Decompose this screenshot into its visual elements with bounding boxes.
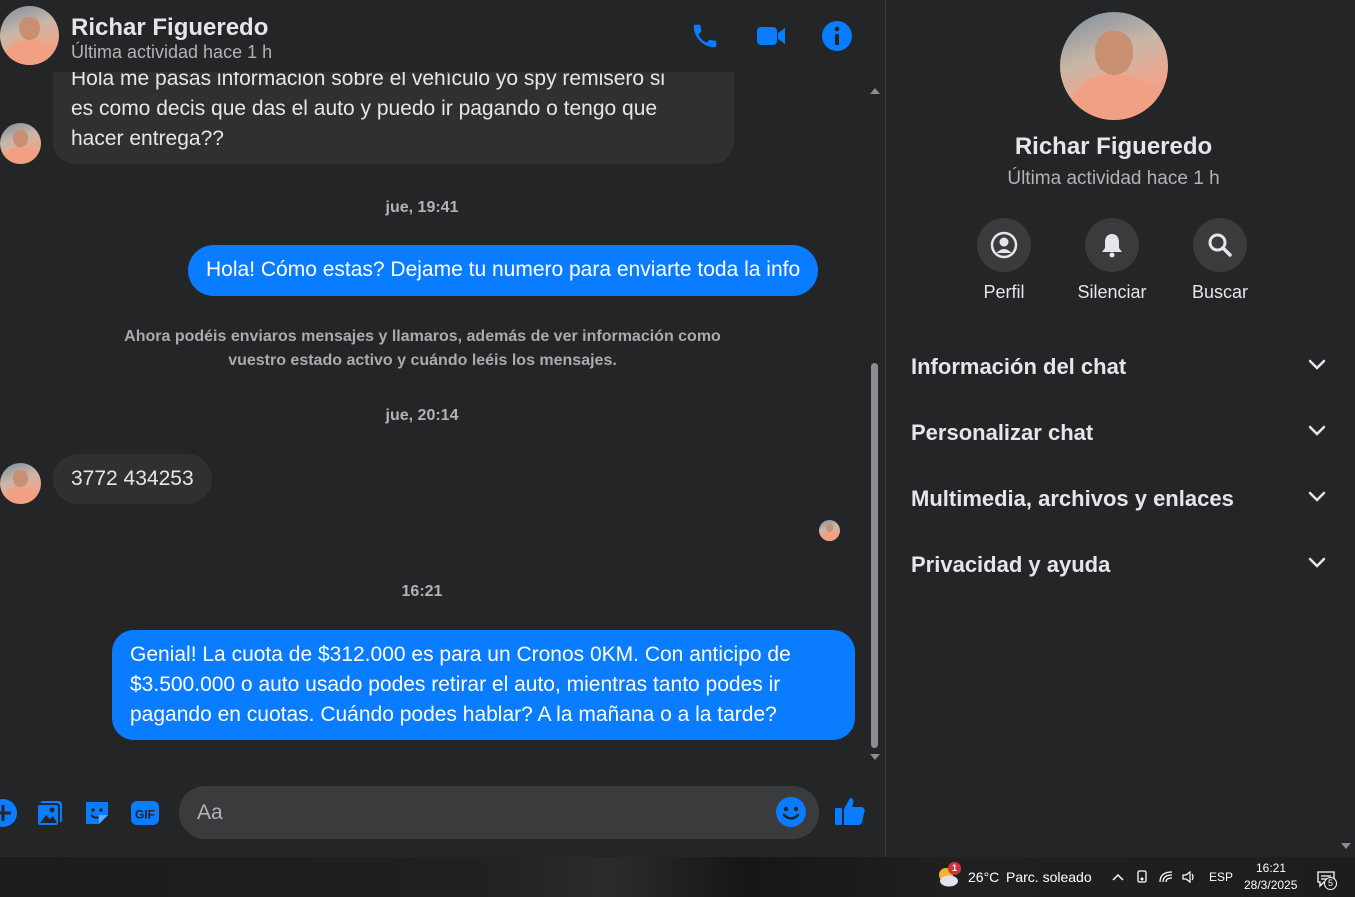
sender-avatar: [0, 123, 41, 164]
svg-text:GIF: GIF: [135, 808, 155, 822]
phone-icon[interactable]: [687, 18, 723, 54]
notification-count: 5: [1324, 877, 1337, 890]
message-list[interactable]: Hola me pasas información sobre el vehíc…: [0, 72, 868, 762]
bell-icon: [1085, 218, 1139, 272]
chat-header: Richar Figueredo Última actividad hace 1…: [0, 0, 884, 72]
message-line: es como decis que das el auto y puedo ir…: [71, 97, 658, 120]
contact-status: Última actividad hace 1 h: [71, 42, 273, 62]
section-chat-info[interactable]: Información del chat: [911, 346, 1326, 386]
timestamp: jue, 19:41: [385, 199, 459, 216]
sticker-icon[interactable]: [80, 796, 114, 830]
incoming-message: Hola me pasas información sobre el vehíc…: [53, 72, 734, 164]
plus-icon[interactable]: [0, 796, 20, 830]
message-line: Genial! La cuota de $312.000 es para un …: [130, 643, 791, 666]
section-media-files-links[interactable]: Multimedia, archivos y enlaces: [911, 478, 1326, 518]
notice-line: Ahora podéis enviaros mensajes y llamaro…: [124, 328, 721, 345]
message-line: pagando en cuotas. Cuándo podes hablar? …: [130, 703, 777, 726]
like-icon[interactable]: [833, 794, 867, 828]
outgoing-message: Genial! La cuota de $312.000 es para un …: [112, 630, 855, 740]
weather-icon[interactable]: 1: [935, 862, 961, 890]
conversation-info-panel: Richar Figueredo Última actividad hace 1…: [885, 0, 1355, 857]
section-privacy-help[interactable]: Privacidad y ayuda: [911, 544, 1326, 584]
chevron-down-icon: [1308, 424, 1326, 442]
mute-label: Silenciar: [1077, 282, 1147, 302]
message-input[interactable]: [197, 796, 757, 830]
message-line: $3.500.000 o auto usado podes retirar el…: [130, 673, 781, 696]
section-label: Información del chat: [911, 354, 1127, 379]
device-icon[interactable]: [1133, 868, 1151, 886]
video-icon[interactable]: [753, 18, 789, 54]
search-button[interactable]: Buscar: [1180, 218, 1260, 303]
section-label: Multimedia, archivos y enlaces: [911, 486, 1234, 511]
outgoing-message: Hola! Cómo estas? Dejame tu numero para …: [188, 245, 819, 296]
notice-line: vuestro estado activo y cuándo leéis los…: [228, 352, 617, 369]
timestamp: jue, 20:14: [385, 407, 459, 424]
panel-contact-status: Última actividad hace 1 h: [1007, 168, 1220, 189]
emoji-icon[interactable]: [774, 795, 808, 829]
chevron-down-icon: [1308, 358, 1326, 376]
messenger-window: Richar Figueredo Última actividad hace 1…: [0, 0, 1355, 857]
weather-temperature[interactable]: 26°C: [968, 869, 999, 885]
message-line: hacer entrega??: [71, 127, 224, 150]
gallery-icon[interactable]: [33, 796, 67, 830]
contact-name[interactable]: Richar Figueredo: [71, 14, 268, 42]
clock-time[interactable]: 16:21: [1256, 861, 1286, 875]
windows-taskbar: 1 26°C Parc. soleado ESP 16:21 28/3/2025…: [0, 857, 1355, 897]
profile-button[interactable]: Perfil: [964, 218, 1044, 303]
notifications-icon[interactable]: 5: [1313, 867, 1339, 891]
mute-button[interactable]: Silenciar: [1072, 218, 1152, 303]
info-icon[interactable]: [819, 18, 855, 54]
section-label: Privacidad y ayuda: [911, 552, 1111, 577]
panel-avatar[interactable]: [1060, 12, 1168, 120]
chat-scrollbar[interactable]: [868, 85, 882, 765]
scroll-thumb[interactable]: [871, 363, 878, 748]
chevron-down-icon: [1308, 490, 1326, 508]
profile-icon: [977, 218, 1031, 272]
sender-avatar: [0, 463, 41, 504]
scroll-down-arrow[interactable]: [870, 754, 880, 760]
section-label: Personalizar chat: [911, 420, 1094, 445]
chevron-down-icon: [1308, 556, 1326, 574]
weather-badge: 1: [948, 862, 961, 875]
contact-avatar[interactable]: [0, 6, 59, 65]
info-notice: Ahora podéis enviaros mensajes y llamaro…: [80, 325, 765, 373]
wifi-icon[interactable]: [1157, 868, 1175, 886]
panel-contact-name: Richar Figueredo: [1014, 133, 1213, 160]
profile-label: Perfil: [983, 282, 1025, 302]
language-indicator[interactable]: ESP: [1209, 870, 1233, 884]
gif-icon[interactable]: GIF: [128, 796, 162, 830]
search-label: Buscar: [1191, 282, 1249, 302]
search-icon: [1193, 218, 1247, 272]
clock-date[interactable]: 28/3/2025: [1244, 878, 1297, 892]
chat-column: Richar Figueredo Última actividad hace 1…: [0, 0, 884, 857]
panel-scrollbar[interactable]: [1341, 0, 1351, 857]
incoming-message: 3772 434253: [53, 454, 212, 504]
timestamp: 16:21: [401, 583, 443, 600]
message-line: Hola me pasas información sobre el vehíc…: [71, 72, 666, 90]
scroll-down-arrow[interactable]: [1341, 843, 1351, 849]
volume-icon[interactable]: [1180, 868, 1198, 886]
read-receipt-avatar: [819, 520, 840, 541]
weather-description[interactable]: Parc. soleado: [1006, 869, 1092, 885]
section-customize-chat[interactable]: Personalizar chat: [911, 412, 1326, 452]
composer: GIF: [0, 776, 884, 848]
message-input-box[interactable]: [179, 786, 819, 839]
chevron-up-icon[interactable]: [1109, 868, 1127, 886]
scroll-up-arrow[interactable]: [870, 88, 880, 94]
